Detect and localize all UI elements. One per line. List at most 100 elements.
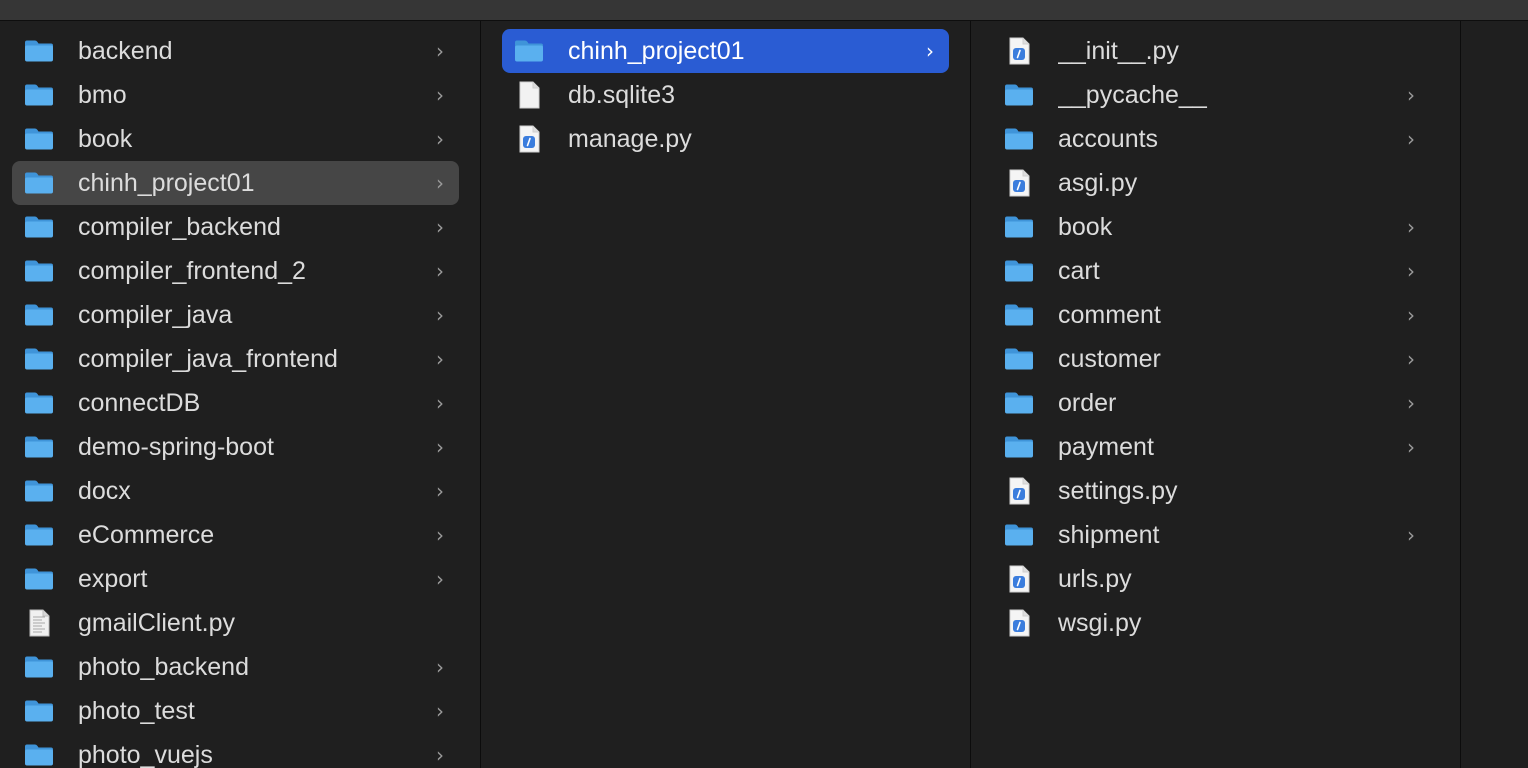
item-name: urls.py: [1058, 564, 1132, 593]
item-name: asgi.py: [1058, 168, 1138, 197]
folder-icon: [24, 522, 54, 548]
folder-icon: [1004, 126, 1034, 152]
column-1[interactable]: backend › bmo › book › chinh_project01 › compile…: [0, 21, 481, 768]
folder-row[interactable]: backend ›: [12, 29, 459, 73]
folder-row[interactable]: compiler_backend ›: [12, 205, 459, 249]
item-name: cart: [1058, 256, 1100, 285]
folder-row[interactable]: order ›: [992, 381, 1430, 425]
chevron-right-icon: ›: [926, 39, 934, 63]
folder-row[interactable]: book ›: [992, 205, 1430, 249]
folder-icon: [1004, 346, 1034, 372]
item-name: customer: [1058, 344, 1161, 373]
file-row[interactable]: urls.py: [992, 557, 1430, 601]
item-name: order: [1058, 388, 1117, 417]
python-file-icon: [1004, 565, 1034, 593]
folder-row[interactable]: demo-spring-boot ›: [12, 425, 459, 469]
folder-icon: [24, 214, 54, 240]
item-name: eCommerce: [78, 520, 215, 549]
item-name: photo_backend: [78, 652, 249, 681]
chevron-right-icon: ›: [1407, 347, 1415, 371]
chevron-right-icon: ›: [436, 259, 444, 283]
chevron-right-icon: ›: [1407, 523, 1415, 547]
folder-icon: [24, 654, 54, 680]
folder-row[interactable]: payment ›: [992, 425, 1430, 469]
folder-icon: [1004, 522, 1034, 548]
folder-row[interactable]: book ›: [12, 117, 459, 161]
folder-row[interactable]: comment ›: [992, 293, 1430, 337]
folder-icon: [24, 38, 54, 64]
folder-row[interactable]: compiler_frontend_2 ›: [12, 249, 459, 293]
file-row[interactable]: wsgi.py: [992, 601, 1430, 645]
chevron-right-icon: ›: [436, 171, 444, 195]
item-name: gmailClient.py: [78, 608, 236, 637]
item-name: compiler_frontend_2: [78, 256, 306, 285]
item-name: chinh_project01: [568, 36, 745, 65]
chevron-right-icon: ›: [436, 347, 444, 371]
item-name: settings.py: [1058, 476, 1178, 505]
chevron-right-icon: ›: [1407, 303, 1415, 327]
column-browser: backend › bmo › book › chinh_project01 › compile…: [0, 21, 1528, 768]
file-row[interactable]: __init__.py: [992, 29, 1430, 73]
folder-row[interactable]: __pycache__ ›: [992, 73, 1430, 117]
item-name: __init__.py: [1058, 36, 1179, 65]
folder-row[interactable]: photo_vuejs ›: [12, 733, 459, 768]
folder-icon: [24, 742, 54, 768]
folder-row[interactable]: accounts ›: [992, 117, 1430, 161]
folder-icon: [24, 258, 54, 284]
item-name: bmo: [78, 80, 127, 109]
item-name: accounts: [1058, 124, 1159, 153]
folder-icon: [24, 346, 54, 372]
chevron-right-icon: ›: [1407, 391, 1415, 415]
item-name: book: [1058, 212, 1113, 241]
python-file-icon: [1004, 477, 1034, 505]
python-file-icon: [1004, 609, 1034, 637]
column-2[interactable]: chinh_project01 › db.sqlite3 manage.py: [481, 21, 971, 768]
folder-row[interactable]: photo_backend ›: [12, 645, 459, 689]
chevron-right-icon: ›: [436, 567, 444, 591]
folder-row[interactable]: bmo ›: [12, 73, 459, 117]
folder-row[interactable]: chinh_project01 ›: [12, 161, 459, 205]
file-row[interactable]: db.sqlite3: [502, 73, 949, 117]
folder-icon: [24, 566, 54, 592]
item-name: connectDB: [78, 388, 201, 417]
folder-icon: [24, 126, 54, 152]
folder-icon: [1004, 302, 1034, 328]
folder-icon: [24, 390, 54, 416]
chevron-right-icon: ›: [436, 83, 444, 107]
item-name: manage.py: [568, 124, 692, 153]
column-3[interactable]: __init__.py __pycache__ › accounts › asgi.py b…: [971, 21, 1461, 768]
folder-row[interactable]: customer ›: [992, 337, 1430, 381]
folder-row[interactable]: compiler_java ›: [12, 293, 459, 337]
folder-row[interactable]: connectDB ›: [12, 381, 459, 425]
chevron-right-icon: ›: [436, 479, 444, 503]
folder-row[interactable]: export ›: [12, 557, 459, 601]
file-row[interactable]: manage.py: [502, 117, 949, 161]
file-row[interactable]: gmailClient.py: [12, 601, 459, 645]
python-file-icon: [1004, 37, 1034, 65]
chevron-right-icon: ›: [436, 523, 444, 547]
folder-row[interactable]: shipment ›: [992, 513, 1430, 557]
file-row[interactable]: settings.py: [992, 469, 1430, 513]
item-name: compiler_java: [78, 300, 233, 329]
item-name: wsgi.py: [1058, 608, 1142, 637]
item-name: export: [78, 564, 148, 593]
chevron-right-icon: ›: [436, 655, 444, 679]
item-name: comment: [1058, 300, 1161, 329]
folder-row[interactable]: docx ›: [12, 469, 459, 513]
item-name: backend: [78, 36, 173, 65]
item-name: docx: [78, 476, 131, 505]
chevron-right-icon: ›: [1407, 215, 1415, 239]
folder-row[interactable]: photo_test ›: [12, 689, 459, 733]
file-row[interactable]: asgi.py: [992, 161, 1430, 205]
chevron-right-icon: ›: [1407, 83, 1415, 107]
folder-row[interactable]: eCommerce ›: [12, 513, 459, 557]
chevron-right-icon: ›: [436, 39, 444, 63]
chevron-right-icon: ›: [436, 391, 444, 415]
chevron-right-icon: ›: [1407, 259, 1415, 283]
folder-row[interactable]: compiler_java_frontend ›: [12, 337, 459, 381]
column-4-empty[interactable]: [1461, 21, 1528, 768]
folder-row[interactable]: chinh_project01 ›: [502, 29, 949, 73]
folder-row[interactable]: cart ›: [992, 249, 1430, 293]
item-name: compiler_java_frontend: [78, 344, 338, 373]
chevron-right-icon: ›: [436, 127, 444, 151]
